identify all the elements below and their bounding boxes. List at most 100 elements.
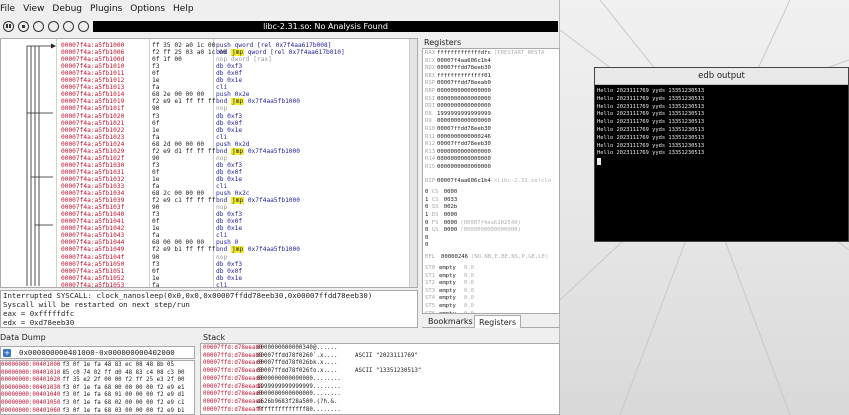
output-line: Hello 2023111769 yyds 13351230513 bbox=[597, 95, 705, 102]
data-dump-row[interactable]: 00000000:00401060 f3 0f 1e fa 68 03 00 00… bbox=[1, 407, 185, 414]
register-row[interactable]: R8 1999999999999999 bbox=[425, 111, 559, 119]
stack-ascii: `.x.... bbox=[313, 352, 338, 359]
register-row[interactable]: RBX ffffffffffffff01 bbox=[425, 73, 559, 81]
fpu-register-name: ST1 bbox=[425, 272, 436, 279]
register-value: 00007f4aa606c1b4 bbox=[437, 57, 491, 64]
stack-view[interactable]: 00007ffd:d78eeab0 0000000000000340 @......… bbox=[200, 343, 560, 415]
segment-row[interactable]: 0 bbox=[425, 242, 428, 250]
fpu-row[interactable]: ST1 empty 0.0 bbox=[425, 273, 559, 281]
stack-value: 00007ffdd78f026f bbox=[257, 368, 313, 375]
segment-flag: 0 bbox=[425, 234, 429, 241]
stack-row[interactable]: 00007ffd:d78eeac8 00007ffdd78f026f o.x....… bbox=[201, 368, 557, 376]
fpu-row[interactable]: ST3 empty 0.0 bbox=[425, 288, 559, 296]
stack-row[interactable]: 00007ffd:d78eeae0 0000000000000000.......… bbox=[201, 391, 557, 399]
register-row[interactable]: RBP 0000000000000000 bbox=[425, 88, 559, 96]
fpu-register-name: ST4 bbox=[425, 295, 436, 302]
menu-file[interactable]: File bbox=[0, 4, 15, 18]
fpu-register-state: empty bbox=[439, 265, 456, 271]
segment-row[interactable]: 0 GS 0000 (0000000000000000) bbox=[425, 227, 521, 235]
stack-row[interactable]: 00007ffd:d78eeaf0 ffffffffffffff80.......… bbox=[201, 406, 557, 414]
step-out-icon[interactable] bbox=[63, 21, 74, 32]
segment-row[interactable]: 1 CS 0033 bbox=[425, 197, 457, 205]
menu-view[interactable]: View bbox=[23, 4, 44, 18]
data-dump-row[interactable]: 00000000:00401000 f3 0f 1e fa 48 83 ec 08… bbox=[1, 362, 174, 370]
data-dump-row[interactable]: 00000000:00401010 85 c0 74 02 ff d0 48 83… bbox=[1, 370, 185, 378]
register-row[interactable]: R12 00007ffdd78eeb30 bbox=[425, 141, 559, 149]
stack-row[interactable]: 00007ffd:d78eeac0 00007ffdd78f026b k.x.... bbox=[201, 360, 557, 368]
disassembly-view[interactable]: 00007f4a:a5fb1000 ff 35 02 a0 1c 00 push q… bbox=[0, 38, 418, 288]
fpu-register-name: ST5 bbox=[425, 303, 436, 309]
stack-row[interactable]: 00007ffd:d78eead0 0000000000000000.......… bbox=[201, 376, 557, 384]
output-line: Hello 2023111769 yyds 13351230513 bbox=[597, 150, 705, 157]
data-dump-row[interactable]: 00000000:00401050 f3 0f 1e fa 68 02 00 00… bbox=[1, 400, 185, 408]
register-row[interactable]: RCX 00007f4aa606c1b4 bbox=[425, 58, 559, 66]
output-titlebar[interactable]: edb output bbox=[595, 68, 848, 85]
stack-row[interactable]: 00007ffd:d78eeae8 e626b9683f28a500 .(?h.&. bbox=[201, 399, 557, 407]
register-row[interactable]: RAX fffffffffffffdfc (ERESTART_RESTA bbox=[425, 50, 559, 58]
data-dump-range-bar[interactable]: + 0x000000000401000-0x000000000402000 bbox=[0, 346, 195, 359]
register-value: 0000000000000000 bbox=[437, 88, 491, 94]
register-row[interactable]: RDI 0000000000000000 bbox=[425, 103, 559, 111]
stack-address: 00007ffd:d78eeaf0 bbox=[203, 406, 263, 413]
register-row[interactable]: RSP 00007ffdd78eeab0 bbox=[425, 80, 559, 88]
fpu-row[interactable]: ST4 empty 0.0 bbox=[425, 295, 559, 303]
run-icon[interactable] bbox=[78, 21, 89, 32]
register-row[interactable]: R14 0000000000000000 bbox=[425, 156, 559, 164]
output-line: Hello 2023111769 yyds 13351230513 bbox=[597, 142, 705, 149]
stack-row[interactable]: 00007ffd:d78eeab0 0000000000000340 @...... bbox=[201, 345, 557, 353]
fpu-row[interactable]: ST2 empty 0.0 bbox=[425, 280, 559, 288]
stack-address: 00007ffd:d78eeac0 bbox=[203, 360, 263, 367]
menu-debug[interactable]: Debug bbox=[52, 4, 82, 18]
register-name: RBX bbox=[425, 72, 436, 79]
register-row[interactable]: R11 0000000000000246 bbox=[425, 134, 559, 142]
tab-bookmarks[interactable]: Bookmarks bbox=[424, 315, 477, 328]
step-into-icon[interactable] bbox=[48, 21, 59, 32]
register-row[interactable]: RDX 00007ffdd78eeb30 bbox=[425, 65, 559, 73]
segment-value: 0000 bbox=[443, 219, 458, 226]
data-dump-row[interactable]: 00000000:00401020 ff 35 e2 2f 00 00 f2 ff… bbox=[1, 377, 185, 385]
segment-row[interactable]: 0 CS 0000 bbox=[425, 189, 457, 197]
menu-help[interactable]: Help bbox=[173, 4, 194, 18]
stack-row[interactable]: 00007ffd:d78eeab8 00007ffdd78f0260 `.x....… bbox=[201, 353, 557, 361]
register-name: R15 bbox=[425, 164, 436, 170]
add-tab-icon[interactable]: + bbox=[3, 349, 11, 357]
tab-registers[interactable]: Registers bbox=[474, 315, 522, 328]
disasm-row[interactable]: 00007f4a:a5fb1053 fa cli bbox=[1, 282, 411, 287]
data-dump-row[interactable]: 00000000:00401030 f3 0f 1e fa 68 00 00 00… bbox=[1, 385, 185, 393]
register-row[interactable]: RSI 0000000000000000 bbox=[425, 96, 559, 104]
step-over-icon[interactable] bbox=[33, 21, 44, 32]
menu-options[interactable]: Options bbox=[130, 4, 165, 18]
fpu-row[interactable]: ST5 empty 0.0 bbox=[425, 303, 559, 311]
stop-icon[interactable] bbox=[18, 21, 29, 32]
register-row[interactable]: R15 0000000000000000 bbox=[425, 164, 559, 172]
data-dump-row[interactable]: 00000000:00401040 f3 0f 1e fa 68 01 00 00… bbox=[1, 392, 185, 400]
stack-address: 00007ffd:d78eeae0 bbox=[203, 391, 263, 398]
stack-ascii: @...... bbox=[313, 345, 338, 351]
stack-value: 0000000000000340 bbox=[257, 345, 313, 351]
disassembly-scrollbar[interactable] bbox=[409, 39, 417, 287]
edb-output-window[interactable]: edb output Hello 2023111769 yyds 1335123… bbox=[594, 67, 849, 242]
fpu-row[interactable]: ST0 empty 0.0 bbox=[425, 265, 559, 273]
segment-row[interactable]: 0 FS 0000 (00007f4aa6102540) bbox=[425, 220, 521, 228]
segment-row[interactable]: 0 SS 002b bbox=[425, 204, 457, 212]
data-dump-title: Data Dump bbox=[0, 333, 46, 342]
segment-row[interactable]: 0 bbox=[425, 235, 428, 243]
menu-plugins[interactable]: Plugins bbox=[90, 4, 122, 18]
register-row[interactable]: RIP 00007f4aa606c1b4 <libc-2.31.so!clo bbox=[425, 178, 559, 186]
register-row[interactable]: R10 00007ffdd78eeb30 bbox=[425, 126, 559, 134]
efl-row[interactable]: EFL 00000246 (NO,NB,E,BE,NS,P,GE,LE) bbox=[425, 254, 559, 262]
data-dump-view[interactable]: 00000000:00401000 f3 0f 1e fa 48 83 ec 08… bbox=[0, 360, 195, 415]
registers-view[interactable]: RAX fffffffffffffdfc (ERESTART_RESTA RCX 000… bbox=[422, 48, 560, 314]
output-line: Hello 2023111769 yyds 13351230513 bbox=[597, 88, 705, 94]
register-name: R10 bbox=[425, 126, 436, 132]
dump-bytes: f3 0f 1e fa 68 03 00 00 00 f2 e9 b1 bbox=[62, 407, 185, 414]
segment-value: 0033 bbox=[443, 196, 458, 203]
register-row[interactable]: R9 0000000000000000 bbox=[425, 118, 559, 126]
stack-row[interactable]: 00007ffd:d78eead8 1999999999999999.......… bbox=[201, 384, 557, 392]
pause-icon[interactable] bbox=[3, 21, 14, 32]
fpu-register-value: 0.0 bbox=[463, 280, 474, 287]
fpu-row[interactable]: ST6 empty 0.0 bbox=[425, 311, 559, 313]
register-row[interactable]: R13 0000000000000000 bbox=[425, 149, 559, 157]
segment-row[interactable]: 1 DS 0000 bbox=[425, 212, 457, 220]
dump-address: 00000000:00401020 bbox=[1, 377, 61, 384]
